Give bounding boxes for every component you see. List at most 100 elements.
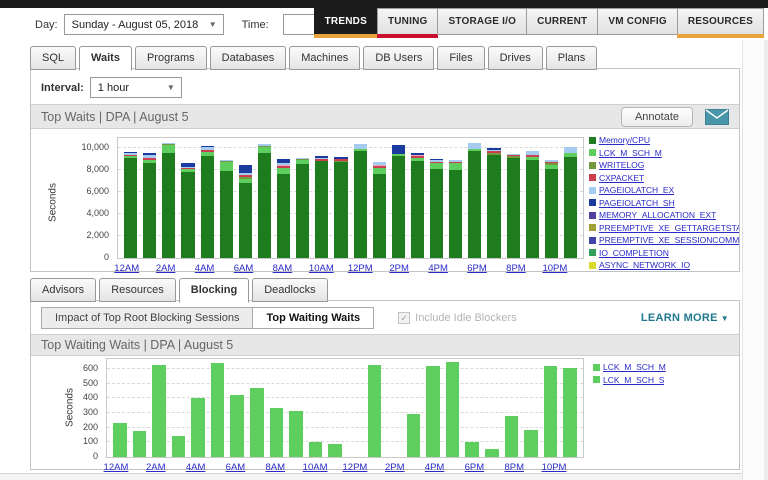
x-axis-label-link[interactable]: 10AM xyxy=(309,263,334,274)
tab-storage-io[interactable]: STORAGE I/O xyxy=(437,8,527,35)
email-icon[interactable] xyxy=(705,109,729,125)
tab-drives[interactable]: Drives xyxy=(488,46,543,70)
tab-vm-config[interactable]: VM CONFIG xyxy=(597,8,677,35)
day-select[interactable]: Sunday - August 05, 2018 ▼ xyxy=(64,14,224,35)
tab-machines[interactable]: Machines xyxy=(289,46,360,70)
bar[interactable] xyxy=(446,362,460,457)
bar[interactable] xyxy=(309,442,323,457)
x-axis-label-link[interactable]: 4PM xyxy=(428,263,448,274)
bar[interactable] xyxy=(277,159,290,258)
learn-more-link[interactable]: LEARN MORE▼ xyxy=(641,312,729,324)
bar[interactable] xyxy=(181,163,194,258)
tab-databases[interactable]: Databases xyxy=(210,46,287,70)
bar[interactable] xyxy=(172,436,186,457)
tab-resources[interactable]: RESOURCES xyxy=(677,8,764,35)
annotate-button[interactable]: Annotate xyxy=(621,107,693,127)
bar[interactable] xyxy=(465,442,479,457)
bar[interactable] xyxy=(113,423,127,457)
x-axis-label-link[interactable]: 6AM xyxy=(234,263,254,274)
bar[interactable] xyxy=(545,160,558,258)
bar[interactable] xyxy=(526,151,539,258)
bar[interactable] xyxy=(411,153,424,258)
bar[interactable] xyxy=(328,444,342,457)
x-axis-label-link[interactable]: 6AM xyxy=(226,462,246,473)
x-axis-label-link[interactable]: 4PM xyxy=(425,462,445,473)
bar[interactable] xyxy=(152,365,166,457)
legend-link[interactable]: PREEMPTIVE_XE_GETTARGETSTA xyxy=(599,223,739,233)
tab-current[interactable]: CURRENT xyxy=(526,8,598,35)
bar[interactable] xyxy=(270,408,284,457)
tab-plans[interactable]: Plans xyxy=(546,46,598,70)
bar[interactable] xyxy=(563,368,577,457)
bar[interactable] xyxy=(211,363,225,457)
x-axis-label-link[interactable]: 12PM xyxy=(343,462,368,473)
bar[interactable] xyxy=(468,143,481,258)
bar[interactable] xyxy=(426,366,440,457)
bar[interactable] xyxy=(505,416,519,457)
tab-blocking[interactable]: Blocking xyxy=(179,278,249,303)
bar[interactable] xyxy=(392,145,405,258)
tab-db-users[interactable]: DB Users xyxy=(363,46,434,70)
legend-link[interactable]: Memory/CPU xyxy=(599,135,650,145)
x-axis-label-link[interactable]: 2PM xyxy=(385,462,405,473)
idle-blockers-checkbox[interactable]: ✓ xyxy=(398,312,410,324)
bar[interactable] xyxy=(220,160,233,258)
x-axis-label-link[interactable]: 6PM xyxy=(467,263,487,274)
tab-advisors[interactable]: Advisors xyxy=(30,278,96,302)
bar[interactable] xyxy=(296,158,309,258)
x-axis-label-link[interactable]: 10PM xyxy=(542,263,567,274)
tab-trends[interactable]: TRENDS xyxy=(314,8,378,35)
x-axis-label-link[interactable]: 8AM xyxy=(273,263,293,274)
bar[interactable] xyxy=(544,366,558,457)
tab-sql[interactable]: SQL xyxy=(30,46,76,70)
legend-link[interactable]: MEMORY_ALLOCATION_EXT xyxy=(599,210,716,220)
x-axis-label-link[interactable]: 12AM xyxy=(114,263,139,274)
legend-link[interactable]: ASYNC_NETWORK_IO xyxy=(599,260,690,270)
bar[interactable] xyxy=(368,365,382,457)
x-axis-label-link[interactable]: 2AM xyxy=(156,263,176,274)
bar[interactable] xyxy=(201,146,214,258)
legend-link[interactable]: PAGEIOLATCH_EX xyxy=(599,185,674,195)
x-axis-label-link[interactable]: 12PM xyxy=(348,263,373,274)
bar[interactable] xyxy=(239,165,252,258)
tab-tuning[interactable]: TUNING xyxy=(377,8,439,35)
x-axis-label-link[interactable]: 10PM xyxy=(542,462,567,473)
tab-programs[interactable]: Programs xyxy=(135,46,207,70)
x-axis-label-link[interactable]: 8PM xyxy=(504,462,524,473)
bar[interactable] xyxy=(258,144,271,258)
x-axis-label-link[interactable]: 12AM xyxy=(104,462,129,473)
legend-link[interactable]: PAGEIOLATCH_SH xyxy=(599,198,675,208)
bar[interactable] xyxy=(354,144,367,258)
tab-resources-sub[interactable]: Resources xyxy=(99,278,176,302)
legend-link[interactable]: CXPACKET xyxy=(599,173,644,183)
x-axis-label-link[interactable]: 4AM xyxy=(195,263,215,274)
bar[interactable] xyxy=(315,156,328,258)
bar[interactable] xyxy=(133,431,147,457)
bar[interactable] xyxy=(143,153,156,258)
bar[interactable] xyxy=(162,143,175,258)
legend-link[interactable]: LCK_M_SCH_S xyxy=(603,375,664,385)
bar[interactable] xyxy=(524,430,538,457)
bar[interactable] xyxy=(191,398,205,457)
bar[interactable] xyxy=(507,154,520,258)
bar[interactable] xyxy=(250,388,264,457)
bar[interactable] xyxy=(124,152,137,258)
tab-waits[interactable]: Waits xyxy=(79,46,132,71)
bar[interactable] xyxy=(289,411,303,457)
bar[interactable] xyxy=(449,160,462,258)
legend-link[interactable]: LCK_M_SCH_M xyxy=(603,362,666,372)
x-axis-label-link[interactable]: 10AM xyxy=(303,462,328,473)
legend-link[interactable]: PREEMPTIVE_XE_SESSIONCOMMIT xyxy=(599,235,739,245)
bar[interactable] xyxy=(407,414,421,457)
bar[interactable] xyxy=(373,162,386,258)
x-axis-label-link[interactable]: 4AM xyxy=(186,462,206,473)
horizontal-scrollbar[interactable] xyxy=(0,473,742,480)
interval-select[interactable]: 1 hour ▼ xyxy=(90,77,182,98)
x-axis-label-link[interactable]: 8AM xyxy=(265,462,285,473)
tab-files[interactable]: Files xyxy=(437,46,484,70)
bar[interactable] xyxy=(430,159,443,258)
top-waiting-waits-button[interactable]: Top Waiting Waits xyxy=(252,308,373,328)
impact-root-blockers-button[interactable]: Impact of Top Root Blocking Sessions xyxy=(42,308,252,328)
bar[interactable] xyxy=(230,395,244,457)
bar[interactable] xyxy=(485,449,499,457)
